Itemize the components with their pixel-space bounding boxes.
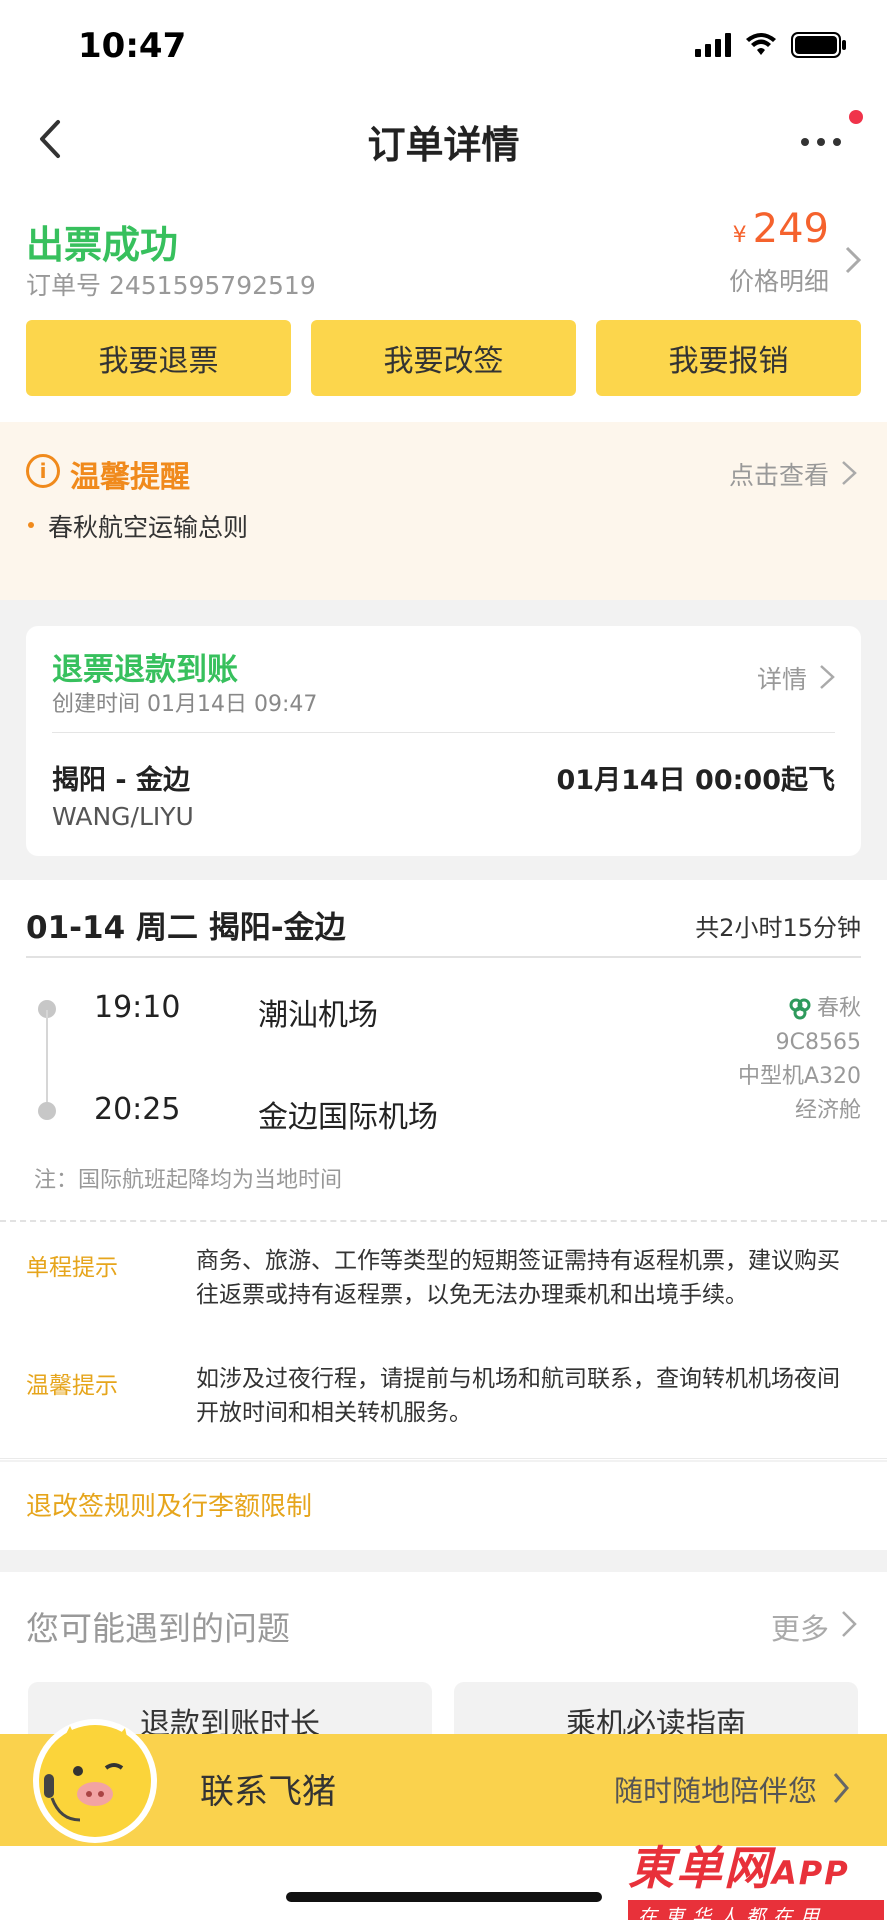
airline-name: 春秋 [816,996,861,1021]
watermark-logo: 東单网APP 在東华人都在用 [628,1832,884,1920]
chevron-right-icon[interactable] [817,662,837,692]
hint-label: 单程提示 [26,1255,118,1281]
hint-label: 温馨提示 [26,1373,118,1399]
status-icons [695,32,847,58]
aircraft-type: 中型机A320 [737,1064,861,1089]
order-status-card: 出票成功 订单号 2451595792519 ¥249 价格明细 我要退票 我要… [0,190,887,422]
dashed-divider [0,1220,887,1222]
hint-text: 商务、旅游、工作等类型的短期签证需持有返程机票，建议购买往返票或持有返程票，以免… [196,1248,840,1308]
tips-panel: i 温馨提醒 点击查看 春秋航空运输总则 [0,422,887,600]
info-icon: i [26,454,60,488]
change-ticket-button[interactable]: 我要改签 [311,320,576,396]
page-title: 订单详情 [367,123,520,167]
chevron-right-icon[interactable] [839,458,859,488]
rules-link[interactable]: 退改签规则及行李额限制 [26,1486,312,1523]
refund-departure: 01月14日 00:00起飞 [556,765,836,796]
notification-dot [849,110,863,124]
airline-logo-icon [789,998,811,1020]
flight-number: 9C8565 [775,1030,861,1055]
hint-text: 如涉及过夜行程，请提前与机场和航司联系，查询转机机场夜间开放时间和相关转机服务。 [196,1366,840,1426]
watermark-brand: 東单网 [628,1841,772,1895]
cabin-class: 经济舱 [794,1098,861,1123]
reimburse-button[interactable]: 我要报销 [596,320,861,396]
refund-ticket-button[interactable]: 我要退票 [26,320,291,396]
divider [26,956,861,958]
local-time-note: 注：国际航班起降均为当地时间 [34,1168,343,1193]
refund-route: 揭阳 - 金边 [52,765,191,796]
price-value: 249 [752,206,829,252]
chevron-right-icon[interactable] [841,240,865,280]
price[interactable]: ¥249 [733,206,829,252]
ticket-status: 出票成功 [26,223,179,267]
contact-slogan: 随时随地陪伴您 [613,1774,817,1808]
home-indicator[interactable] [286,1892,602,1902]
arrival-time: 20:25 [94,1092,181,1127]
chevron-right-icon[interactable] [831,1770,851,1806]
timeline-bar [46,1010,48,1108]
passenger-name: WANG/LIYU [52,802,194,831]
wifi-icon [746,33,776,55]
refund-card[interactable]: 退票退款到账 创建时间 01月14日 09:47 详情 揭阳 - 金边 01月1… [26,626,861,856]
watermark-main: 東单网APP [628,1832,884,1898]
bullet-dot [28,522,34,528]
mascot-avatar-icon[interactable] [30,1716,160,1846]
tips-item[interactable]: 春秋航空运输总则 [48,508,248,544]
tips-title: 温馨提醒 [70,460,190,495]
watermark-sub: 在東华人都在用 [628,1900,884,1920]
more-icon[interactable] [791,116,851,166]
nav-bar: 订单详情 [0,96,887,190]
refund-status: 退票退款到账 [52,652,238,688]
flight-date-route: 01-14 周二 揭阳-金边 [26,910,346,946]
divider [0,1458,887,1459]
currency-symbol: ¥ [732,223,747,248]
signal-icon [695,33,731,57]
flight-card: 01-14 周二 揭阳-金边 共2小时15分钟 19:10 潮汕机场 20:25… [0,880,887,1460]
status-bar: 10:47 [0,0,887,96]
departure-time: 19:10 [94,990,181,1025]
status-time: 10:47 [78,26,187,66]
action-buttons: 我要退票 我要改签 我要报销 [26,320,861,396]
rules-row[interactable]: 退改签规则及行李额限制 [0,1462,887,1550]
contact-label: 联系飞猪 [200,1772,336,1812]
battery-icon [791,32,846,58]
flight-duration: 共2小时15分钟 [695,914,861,942]
chevron-right-icon[interactable] [839,1608,859,1640]
timeline-dot-arrival [38,1102,56,1120]
tips-view-link[interactable]: 点击查看 [729,456,829,492]
watermark-app: APP [772,1854,850,1892]
refund-detail-link[interactable]: 详情 [757,660,807,696]
refund-created-time: 创建时间 01月14日 09:47 [52,692,318,717]
airline-info: 春秋 9C8565 中型机A320 经济舱 [738,992,861,1128]
faq-more-link[interactable]: 更多 [771,1606,829,1648]
divider [52,732,835,733]
departure-airport: 潮汕机场 [258,998,378,1033]
arrival-airport: 金边国际机场 [258,1100,438,1135]
order-number: 订单号 2451595792519 [26,271,316,300]
faq-title: 您可能遇到的问题 [26,1609,290,1648]
price-detail-link[interactable]: 价格明细 [729,262,829,298]
